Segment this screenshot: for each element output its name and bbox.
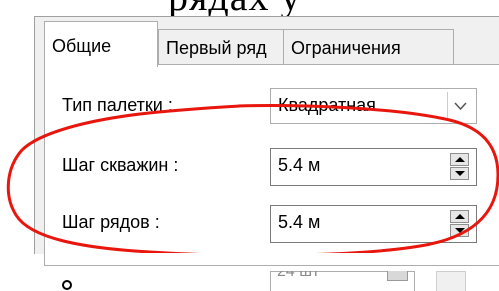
settings-dialog: Общие Первый ряд Ограничения Тип палетки…	[34, 16, 499, 291]
well-step-label: Шаг скважин :	[62, 155, 179, 175]
spin-up-button[interactable]	[450, 153, 469, 166]
arrow-up-icon	[455, 214, 465, 219]
partial-row-value: 24 шт	[277, 271, 320, 280]
partially-visible-row: 24 шт	[45, 271, 499, 291]
partial-row-button[interactable]	[436, 271, 466, 291]
spin-up-button[interactable]	[450, 210, 469, 223]
tab-first-row[interactable]: Первый ряд	[158, 29, 284, 64]
row-step-spinbox[interactable]: 5.4 м	[270, 205, 477, 243]
palette-type-value: Квадратная	[278, 95, 376, 115]
spin-button[interactable]	[387, 271, 408, 281]
chevron-down-icon	[454, 102, 467, 111]
arrow-down-icon	[455, 171, 465, 176]
row-step-label: Шаг рядов :	[62, 212, 160, 232]
arrow-up-icon	[455, 157, 465, 162]
dropdown-button[interactable]	[447, 92, 473, 120]
arrow-down-icon	[455, 228, 465, 233]
partial-row-spinbox[interactable]: 24 шт	[270, 271, 415, 291]
spin-down-button[interactable]	[450, 167, 469, 180]
palette-type-label: Тип палетки :	[62, 95, 173, 115]
well-step-value: 5.4 м	[278, 155, 321, 175]
tab-panel-general: Тип палетки : Квадратная Шаг скважин : 5…	[44, 64, 499, 291]
tab-general[interactable]: Общие	[44, 21, 158, 67]
well-step-spin-buttons	[450, 153, 469, 181]
cut-label-glyph	[62, 280, 72, 290]
palette-type-combobox[interactable]: Квадратная	[270, 88, 477, 124]
well-step-spinbox[interactable]: 5.4 м	[270, 148, 477, 186]
row-step-value: 5.4 м	[278, 212, 321, 232]
spin-down-button[interactable]	[450, 224, 469, 237]
tab-limits[interactable]: Ограничения	[283, 29, 454, 64]
row-step-spin-buttons	[450, 210, 469, 238]
